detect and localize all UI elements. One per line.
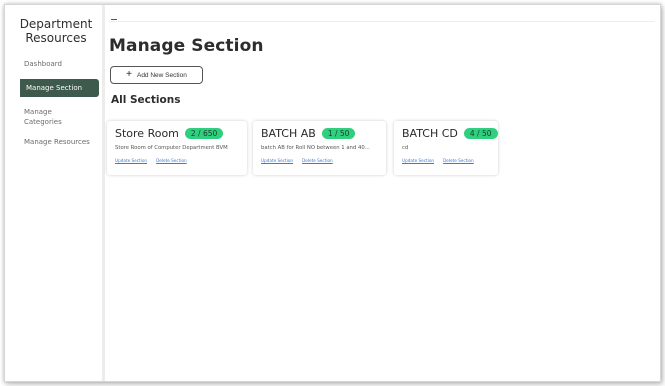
section-card-batch-cd: BATCH CD 4 / 50 cd Update Section Delete…	[394, 121, 498, 175]
card-actions: Update Section Delete Section	[402, 158, 490, 163]
section-description: batch AB for Roll NO between 1 and 40...	[261, 145, 370, 151]
section-card-store-room: Store Room 2 / 650 Store Room of Compute…	[107, 121, 247, 175]
sidebar-item-dashboard[interactable]: Dashboard	[5, 59, 102, 69]
brand-line-1: Department	[19, 17, 93, 31]
section-name: BATCH CD	[402, 127, 458, 140]
page-title: Manage Section	[109, 36, 264, 56]
card-actions: Update Section Delete Section	[115, 158, 239, 163]
card-header: BATCH AB 1 / 50	[261, 127, 378, 140]
update-section-link[interactable]: Update Section	[261, 158, 293, 163]
plus-icon: +	[126, 69, 132, 80]
sidebar-divider	[102, 5, 105, 381]
app-window: Department Resources Dashboard Manage Se…	[4, 4, 661, 382]
menu-toggle-icon[interactable]	[111, 19, 117, 20]
resource-count-badge: 4 / 50	[463, 128, 498, 139]
all-sections-heading: All Sections	[111, 94, 181, 106]
sidebar-nav: Dashboard Manage Section Manage Categori…	[5, 59, 102, 157]
delete-section-link[interactable]: Delete Section	[443, 158, 474, 163]
section-name: BATCH AB	[261, 127, 316, 140]
section-card-batch-ab: BATCH AB 1 / 50 batch AB for Roll NO bet…	[253, 121, 386, 175]
update-section-link[interactable]: Update Section	[115, 158, 147, 163]
sidebar-item-manage-resources[interactable]: Manage Resources	[5, 137, 102, 147]
card-header: BATCH CD 4 / 50	[402, 127, 498, 140]
section-cards: Store Room 2 / 650 Store Room of Compute…	[107, 121, 507, 181]
sidebar-item-manage-categories[interactable]: Manage Categories	[5, 107, 75, 127]
card-header: Store Room 2 / 650	[115, 127, 239, 140]
brand-title: Department Resources	[13, 17, 99, 45]
section-name: Store Room	[115, 127, 179, 140]
add-new-section-label: Add New Section	[136, 71, 187, 79]
section-description: Store Room of Computer Department BVM	[115, 145, 228, 151]
brand-line-2: Resources	[25, 31, 87, 45]
section-description: cd	[402, 145, 409, 151]
resource-count-badge: 2 / 650	[184, 128, 224, 139]
resource-count-badge: 1 / 50	[321, 128, 356, 139]
top-bar	[109, 21, 655, 27]
delete-section-link[interactable]: Delete Section	[302, 158, 333, 163]
update-section-link[interactable]: Update Section	[402, 158, 434, 163]
sidebar-item-manage-section[interactable]: Manage Section	[20, 79, 99, 97]
add-new-section-button[interactable]: + Add New Section	[110, 66, 203, 84]
delete-section-link[interactable]: Delete Section	[156, 158, 187, 163]
sidebar: Department Resources Dashboard Manage Se…	[5, 5, 102, 381]
card-actions: Update Section Delete Section	[261, 158, 378, 163]
